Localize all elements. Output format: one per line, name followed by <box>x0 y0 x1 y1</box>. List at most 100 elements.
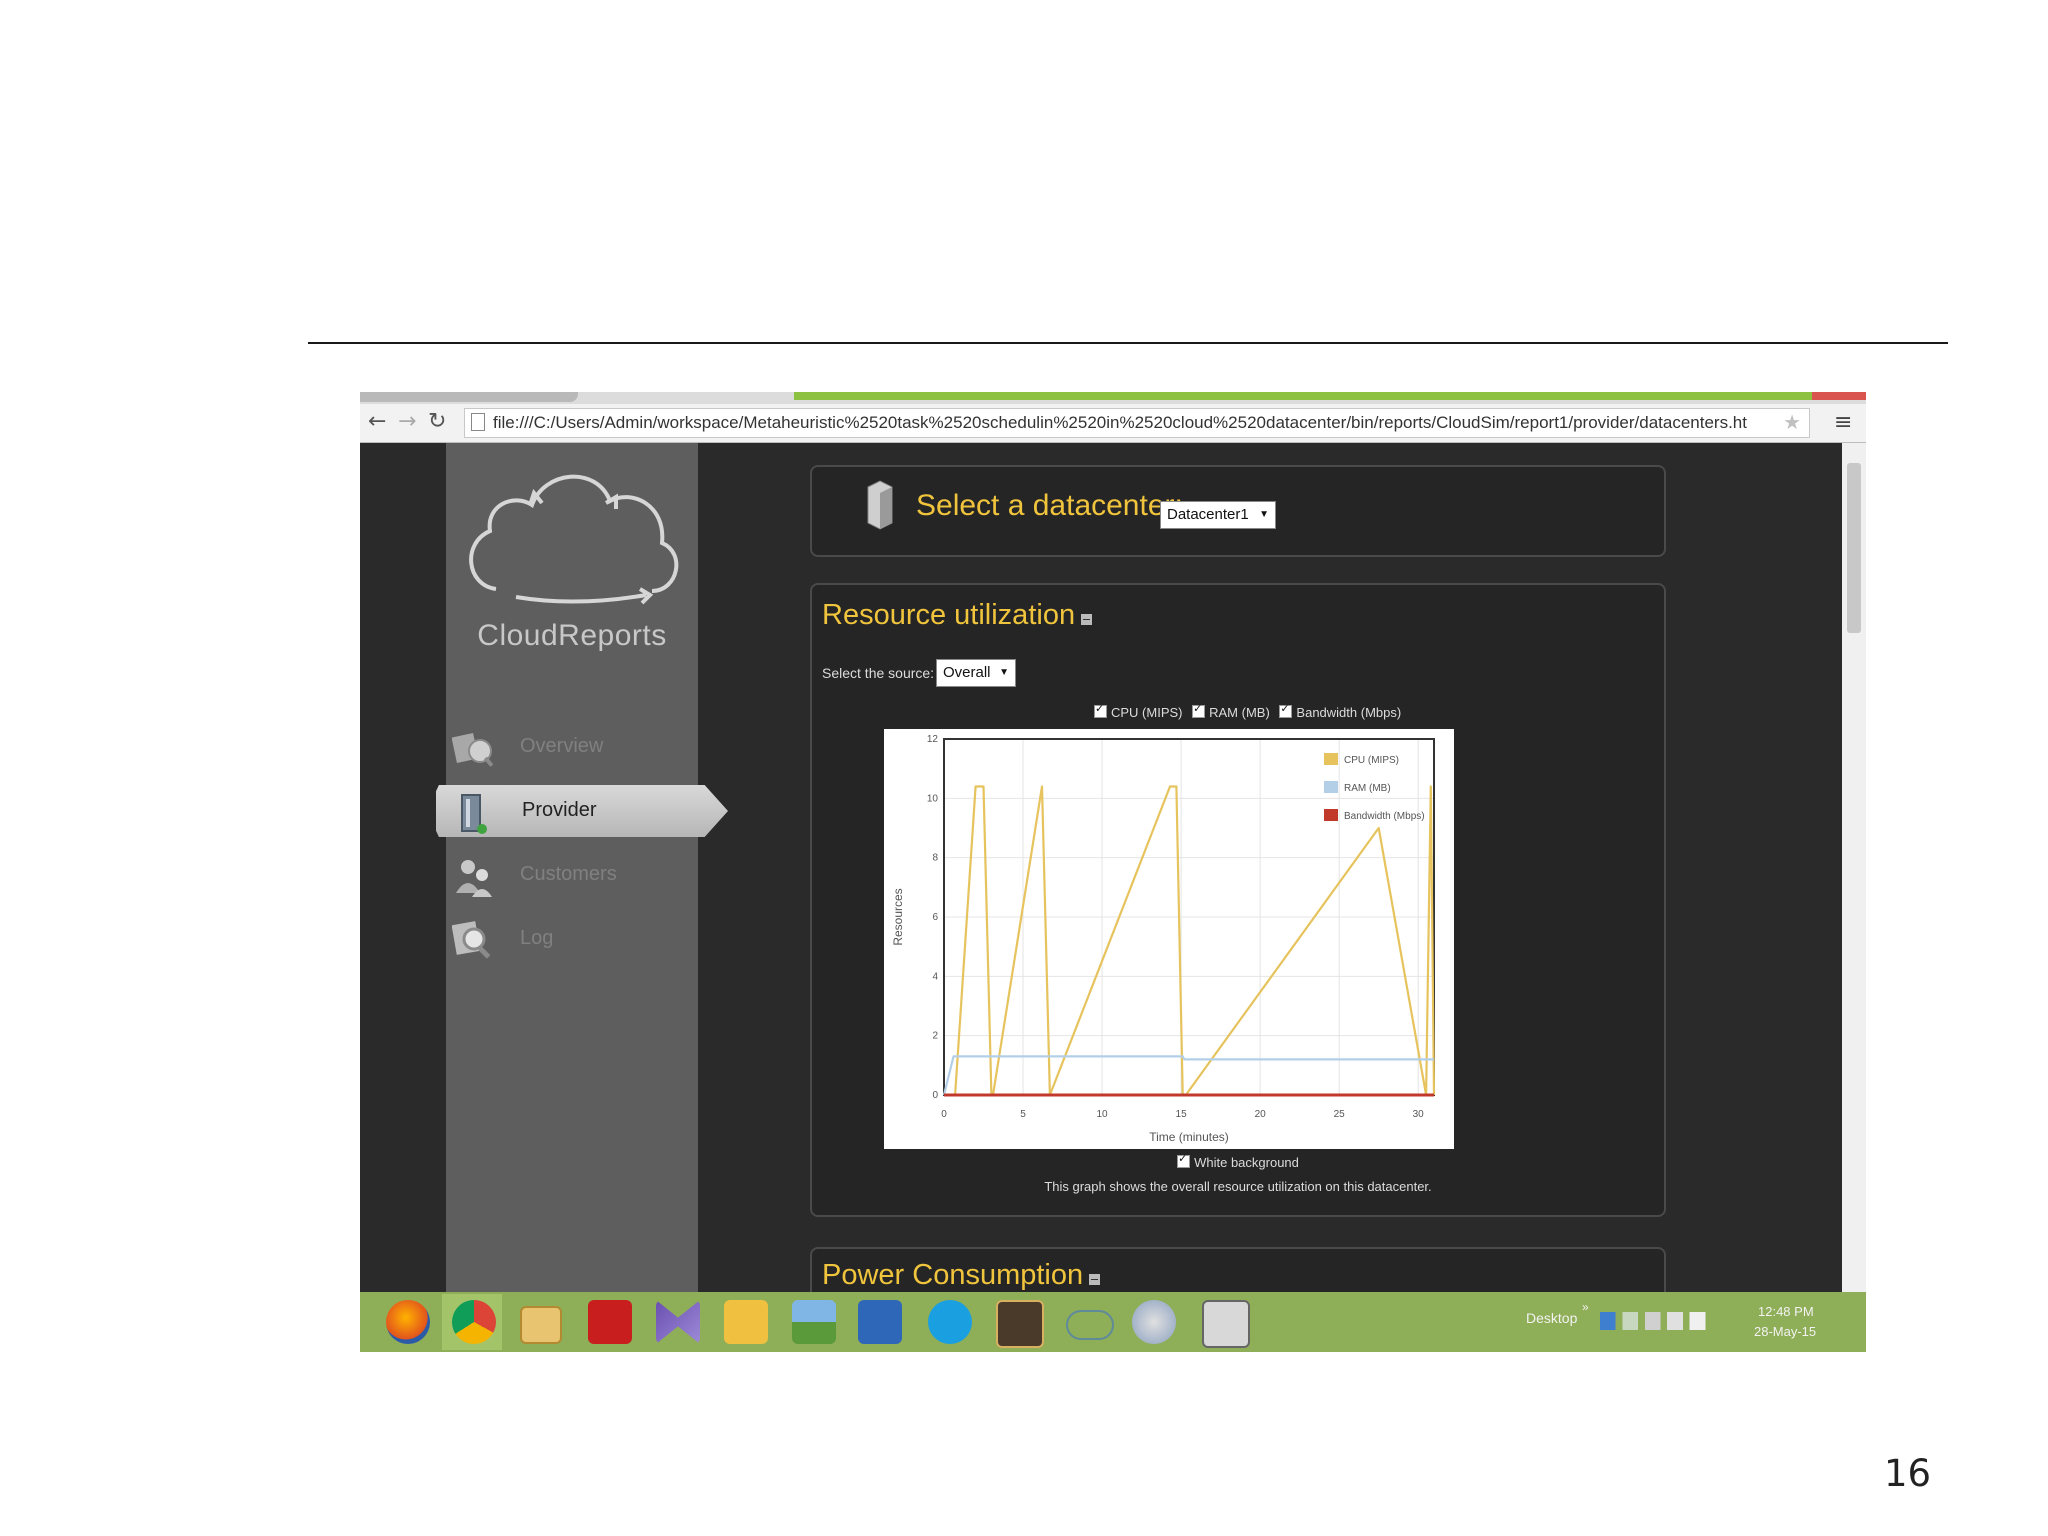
chevron-right-icon[interactable]: » <box>1582 1300 1589 1314</box>
paint-icon[interactable] <box>1132 1300 1176 1344</box>
resource-chart: 0 5 10 15 20 25 30 0 2 4 6 8 10 12 Time (minutes) Res… <box>884 729 1454 1149</box>
forward-arrow-icon[interactable]: → <box>398 408 416 436</box>
datacenter-panel: Select a datacenter: Datacenter1 ▼ <box>810 465 1666 557</box>
y-tick-label: 2 <box>932 1031 938 1042</box>
visual-studio-icon[interactable] <box>656 1300 700 1344</box>
collapse-icon[interactable] <box>1081 614 1093 625</box>
legend-swatch <box>1324 753 1338 765</box>
window-close-button[interactable] <box>1812 392 1866 400</box>
logo-text: CloudReports <box>477 619 667 652</box>
resource-utilization-panel: Resource utilization Select the source: … <box>810 583 1666 1217</box>
settings-gear-icon[interactable] <box>996 1300 1044 1348</box>
scrollbar-thumb[interactable] <box>1847 463 1861 633</box>
legend-label: CPU (MIPS) <box>1344 755 1399 766</box>
y-tick-label: 12 <box>927 734 939 745</box>
word-icon[interactable] <box>858 1300 902 1344</box>
x-tick-label: 15 <box>1176 1109 1188 1120</box>
legend-label: Bandwidth (Mbps) <box>1344 811 1425 822</box>
toggle-cpu[interactable]: CPU (MIPS) <box>1094 702 1183 720</box>
skype-icon[interactable] <box>928 1300 972 1344</box>
reload-icon[interactable]: ↻ <box>428 408 446 436</box>
datacenter-select[interactable]: Datacenter1 ▼ <box>1160 501 1276 529</box>
outlook-icon[interactable] <box>724 1300 768 1344</box>
windows-taskbar: Desktop » 12:48 PM 28-May-15 <box>360 1292 1866 1352</box>
sidebar-item-overview[interactable]: Overview <box>446 721 698 773</box>
cloud-logo-icon <box>469 474 679 605</box>
app-window-icon[interactable] <box>1202 1300 1250 1348</box>
x-tick-label: 30 <box>1413 1109 1425 1120</box>
vertical-scrollbar[interactable] <box>1842 443 1866 1292</box>
sidebar-item-customers[interactable]: Customers <box>446 849 698 901</box>
checkbox-checked-icon <box>1279 702 1293 718</box>
y-axis-label: Resources <box>891 888 905 945</box>
title-rule <box>308 342 1948 344</box>
pdf-reader-icon[interactable] <box>588 1300 632 1344</box>
clock-time[interactable]: 12:48 PM <box>1758 1304 1814 1319</box>
x-axis-label: Time (minutes) <box>1149 1130 1229 1144</box>
toggle-ram[interactable]: RAM (MB) <box>1192 702 1270 720</box>
users-icon <box>456 860 492 897</box>
datacenter-select-value: Datacenter1 <box>1167 506 1249 523</box>
menu-icon[interactable]: ≡ <box>1834 410 1852 435</box>
x-tick-label: 10 <box>1097 1109 1109 1120</box>
x-tick-label: 25 <box>1334 1109 1346 1120</box>
x-tick-label: 20 <box>1255 1109 1267 1120</box>
y-tick-label: 6 <box>932 912 938 923</box>
slide-number: 16 <box>1884 1452 1932 1495</box>
toggle-label: RAM (MB) <box>1209 705 1270 720</box>
toggle-bandwidth[interactable]: Bandwidth (Mbps) <box>1279 702 1402 720</box>
checkbox-checked-icon <box>1177 1152 1191 1168</box>
sidebar-item-label: Customers <box>520 863 617 885</box>
page-viewport: CloudReports Overview Provider Customers… <box>360 443 1842 1292</box>
source-select-value: Overall <box>943 664 991 681</box>
server-icon <box>867 480 893 530</box>
system-tray-icons[interactable] <box>1600 1312 1712 1330</box>
toggle-label: CPU (MIPS) <box>1111 705 1183 720</box>
resource-header: Resource utilization <box>822 599 1093 632</box>
sidebar-item-label: Log <box>520 927 554 949</box>
back-arrow-icon[interactable]: ← <box>368 408 386 436</box>
power-title: Power Consumption <box>822 1259 1084 1291</box>
legend-label: RAM (MB) <box>1344 783 1391 794</box>
sidebar-item-label: Overview <box>520 735 604 757</box>
y-tick-label: 0 <box>932 1090 938 1101</box>
y-tick-label: 4 <box>932 971 938 982</box>
overview-icon <box>452 732 494 767</box>
chart-caption: This graph shows the overall resource ut… <box>1044 1179 1432 1194</box>
series-toggles: CPU (MIPS) RAM (MB) Bandwidth (Mbps) <box>1094 702 1402 720</box>
page-icon <box>471 413 485 431</box>
photo-viewer-icon[interactable] <box>792 1300 836 1344</box>
checkbox-checked-icon <box>1094 702 1107 718</box>
checkbox-checked-icon <box>1192 702 1206 718</box>
sidebar-item-label: Provider <box>522 799 597 821</box>
source-select[interactable]: Overall ▼ <box>936 659 1016 687</box>
toggle-label: Bandwidth (Mbps) <box>1296 705 1402 720</box>
chevron-down-icon: ▼ <box>999 667 1009 678</box>
cloud-icon[interactable] <box>1066 1310 1114 1340</box>
browser-toolbar: ← → ↻ file:///C:/Users/Admin/workspace/M… <box>360 404 1866 443</box>
screenshot-frame: ← → ↻ file:///C:/Users/Admin/workspace/M… <box>360 392 1866 1352</box>
url-text: file:///C:/Users/Admin/workspace/Metaheu… <box>493 413 1747 432</box>
firefox-icon[interactable] <box>386 1300 430 1344</box>
magnifier-icon <box>452 921 491 959</box>
collapse-icon[interactable] <box>1089 1274 1101 1285</box>
browser-tab[interactable] <box>360 392 578 402</box>
datacenter-title: Select a datacenter: <box>916 489 1183 522</box>
sidebar: CloudReports Overview Provider Customers… <box>436 443 728 1292</box>
white-bg-toggle[interactable]: White background <box>812 1152 1664 1170</box>
sidebar-item-provider[interactable]: Provider <box>436 785 728 837</box>
server-icon <box>461 794 487 834</box>
chrome-icon[interactable] <box>452 1300 496 1344</box>
white-bg-label: White background <box>1194 1155 1299 1170</box>
address-bar[interactable]: file:///C:/Users/Admin/workspace/Metaheu… <box>464 408 1810 438</box>
y-tick-label: 10 <box>927 793 939 804</box>
clock-date[interactable]: 28-May-15 <box>1754 1324 1816 1339</box>
desktop-toolbar-label[interactable]: Desktop <box>1526 1310 1577 1326</box>
x-tick-label: 0 <box>941 1109 947 1120</box>
bookmark-star-icon[interactable]: ★ <box>1783 409 1801 437</box>
sidebar-item-log[interactable]: Log <box>446 913 698 965</box>
folder-icon[interactable] <box>520 1306 562 1344</box>
tab-strip <box>360 392 1866 404</box>
power-consumption-panel: Power Consumption <box>810 1247 1666 1292</box>
resource-title: Resource utilization <box>822 599 1076 631</box>
